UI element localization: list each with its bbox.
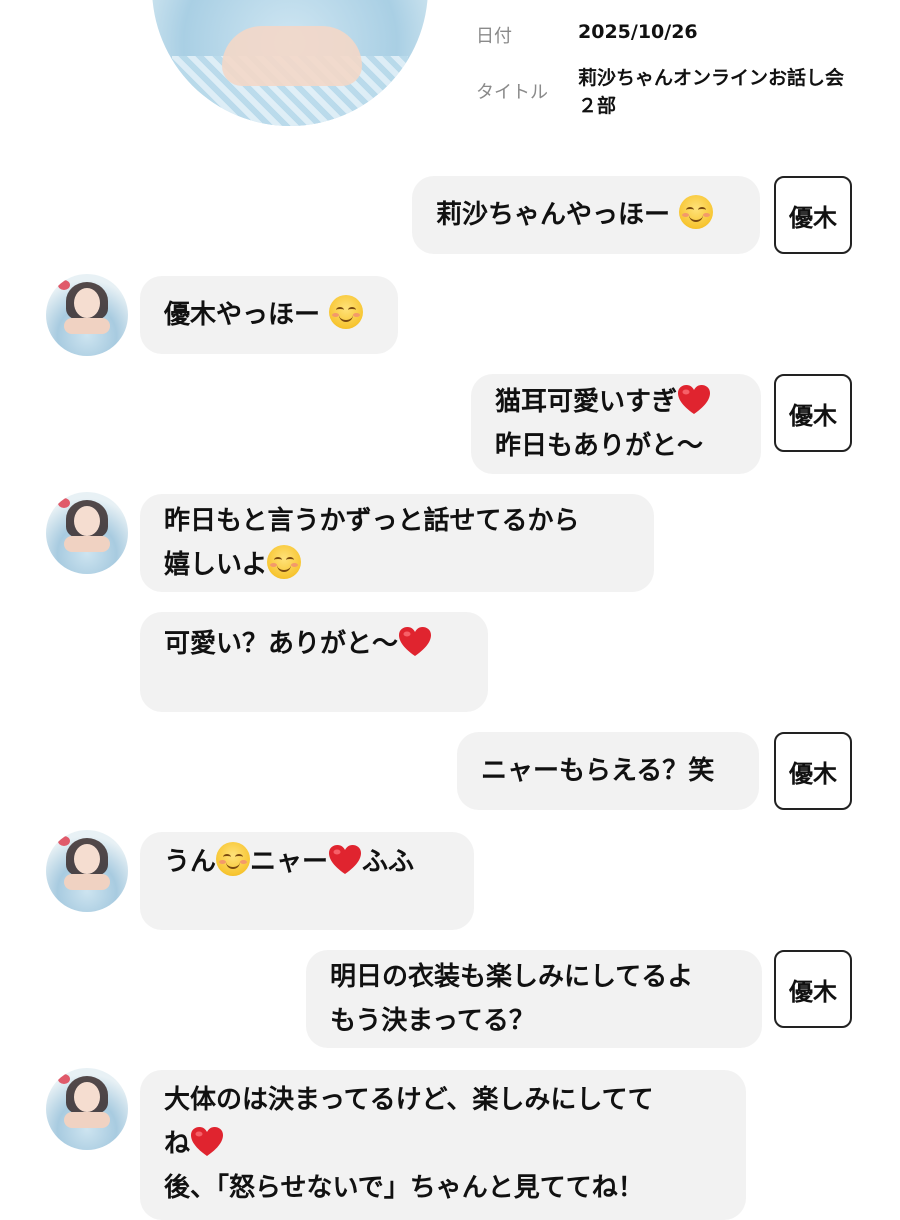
avatar-hands xyxy=(222,26,362,86)
message-text: 大体のは決まってるけど、楽しみにしてて xyxy=(164,1085,654,1115)
message-text: 明日の衣装も楽しみにしてるよ xyxy=(330,962,694,992)
heart-icon xyxy=(399,627,432,656)
message-text: ニャー xyxy=(250,847,329,877)
message-text: 昨日もありがと〜 xyxy=(495,431,704,461)
date-label: 日付 xyxy=(476,26,512,47)
heart-icon xyxy=(678,385,711,414)
heart-icon xyxy=(191,1127,224,1156)
message-bubble-fan: 明日の衣装も楽しみにしてるよ もう決まってる？ xyxy=(306,950,762,1048)
message-text: うん xyxy=(164,847,217,877)
date-value: 2025/10/26 xyxy=(578,21,698,43)
heart-icon xyxy=(329,845,362,874)
message-text: 莉沙ちゃんやっほー xyxy=(436,200,671,230)
smile-icon xyxy=(679,195,714,229)
message-text: 嬉しいよ xyxy=(164,550,268,580)
message-bubble-idol: 優木やっほー xyxy=(140,276,398,354)
message-bubble-idol: 昨日もと言うかずっと話せてるから 嬉しいよ xyxy=(140,494,654,592)
idol-avatar xyxy=(46,1068,128,1150)
sender-tag: 優木 xyxy=(774,732,852,810)
message-bubble-fan: 猫耳可愛いすぎ 昨日もありがと〜 xyxy=(471,374,761,474)
smile-icon xyxy=(329,295,364,329)
message-text: 優木やっほー xyxy=(164,300,321,330)
message-text: 後、「怒らせないで」ちゃんと見ててね！ xyxy=(164,1173,644,1203)
sender-tag: 優木 xyxy=(774,374,852,452)
message-text: ね xyxy=(164,1129,191,1159)
sender-tag: 優木 xyxy=(774,176,852,254)
message-bubble-idol: うん ニャー ふふ xyxy=(140,832,474,930)
message-bubble-fan: ニャーもらえる？笑 xyxy=(457,732,759,810)
event-title-line1: 莉沙ちゃんオンラインお話し会 xyxy=(578,67,845,89)
message-bubble-idol: 大体のは決まってるけど、楽しみにしてて ね 後、「怒らせないで」ちゃんと見ててね… xyxy=(140,1070,746,1220)
title-label: タイトル xyxy=(476,82,548,103)
message-text: ニャーもらえる？笑 xyxy=(481,756,715,786)
smile-icon xyxy=(216,842,251,876)
message-text: 昨日もと言うかずっと話せてるから xyxy=(164,506,580,536)
sender-tag: 優木 xyxy=(774,950,852,1028)
smile-icon xyxy=(267,545,302,579)
idol-avatar xyxy=(46,274,128,356)
profile-avatar-large xyxy=(152,0,428,126)
event-title-line2: ２部 xyxy=(578,95,617,117)
message-bubble-fan: 莉沙ちゃんやっほー xyxy=(412,176,760,254)
message-bubble-idol: 可愛い？ありがと〜 xyxy=(140,612,488,712)
idol-avatar xyxy=(46,830,128,912)
event-title: 莉沙ちゃんオンラインお話し会 ２部 xyxy=(578,64,844,120)
message-text: 可愛い？ありがと〜 xyxy=(164,629,399,659)
idol-avatar xyxy=(46,492,128,574)
message-text: ふふ xyxy=(362,847,415,877)
message-text: 猫耳可愛いすぎ xyxy=(495,387,678,417)
message-text: もう決まってる？ xyxy=(330,1006,535,1036)
